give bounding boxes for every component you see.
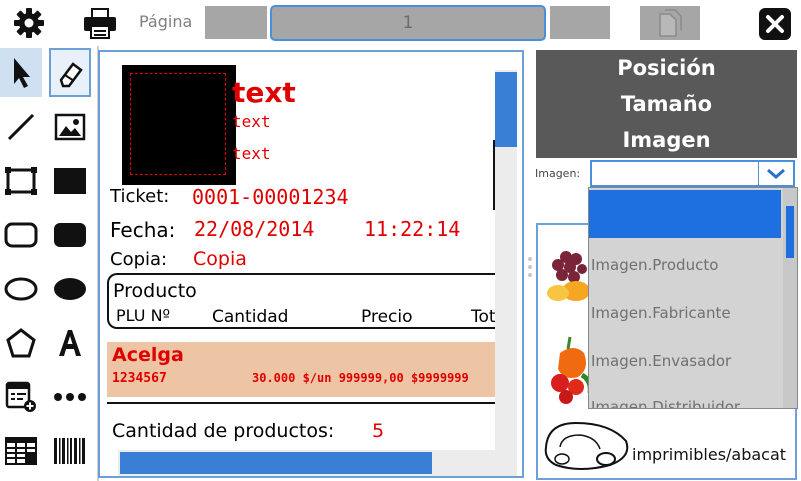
chevron-down-icon [767, 168, 785, 179]
top-toolbar: Página 1 [0, 0, 801, 46]
menu-tamano[interactable]: Tamaño [536, 86, 797, 122]
polygon-tool[interactable] [0, 318, 42, 367]
item-name: Acelga [112, 344, 184, 366]
product-item-row[interactable]: Acelga 1234567 30.000 $/un 999999,00 $99… [107, 342, 517, 397]
dropdown-toggle[interactable] [758, 162, 793, 185]
vertical-scrollbar[interactable] [495, 70, 517, 476]
product-title: Producto [113, 280, 197, 302]
page-label: Página [139, 12, 193, 31]
rounded-rect-outline-tool[interactable] [0, 210, 42, 259]
dropdown-option-distribuidor[interactable]: Imagen.Distribuidor [591, 398, 740, 408]
gallery-drag-handle[interactable] [527, 255, 533, 285]
dropdown-option-fabricante[interactable]: Imagen.Fabricante [591, 304, 731, 322]
settings-gear-icon[interactable] [13, 7, 45, 39]
page-number-field[interactable]: 1 [270, 5, 546, 41]
col-plu: PLU Nº [116, 306, 171, 325]
product-count-label: Cantidad de productos: [112, 420, 335, 442]
imagen-field-label: Imagen: [535, 167, 581, 180]
ellipse-filled-tool[interactable] [49, 264, 91, 313]
properties-menu: Posición Tamaño Imagen [536, 50, 797, 158]
close-button[interactable] [759, 8, 791, 40]
select-pointer-tool[interactable] [0, 48, 42, 97]
separator-line [107, 402, 517, 404]
col-precio: Precio [361, 307, 413, 327]
eraser-tool[interactable] [49, 48, 91, 97]
rectangle-outline-tool[interactable] [0, 156, 42, 205]
avocado-sketch-image[interactable] [540, 413, 634, 475]
text-tool-icon[interactable] [49, 318, 91, 367]
gallery-caption: imprimibles/abacat [632, 445, 787, 464]
item-code: 1234567 [112, 371, 167, 386]
product-table-header: Producto PLU Nº Cantidad Precio Tot [107, 273, 517, 329]
rectangle-filled-tool[interactable] [49, 156, 91, 205]
ticket-label: Ticket: [110, 186, 170, 207]
page-next-area[interactable] [550, 6, 610, 39]
col-total: Tot [471, 307, 496, 327]
menu-posicion[interactable]: Posición [536, 50, 797, 86]
more-options-icon[interactable] [49, 372, 91, 421]
line-tool[interactable] [0, 102, 42, 151]
rounded-rect-filled-tool[interactable] [49, 210, 91, 259]
imagen-select[interactable] [590, 160, 795, 187]
barcode-icon[interactable] [49, 426, 91, 475]
image-tool[interactable] [49, 102, 91, 151]
page-prev-area[interactable] [205, 6, 267, 39]
horizontal-scrollbar[interactable] [118, 450, 498, 476]
header-text-3: text [232, 144, 271, 163]
dropdown-option-empty[interactable] [589, 190, 781, 238]
fecha-label: Fecha: [110, 218, 176, 242]
add-field-list-icon[interactable] [0, 372, 42, 421]
copy-pages-button[interactable] [640, 6, 700, 40]
ellipse-outline-tool[interactable] [0, 264, 42, 313]
drawing-toolbar [0, 46, 97, 481]
printer-icon[interactable] [82, 6, 118, 40]
dropdown-option-envasador[interactable]: Imagen.Envasador [591, 352, 731, 370]
item-detail: 30.000 $/un 999999,00 $9999999 [252, 371, 469, 385]
imagen-dropdown-list[interactable]: Imagen.Producto Imagen.Fabricante Imagen… [588, 187, 798, 409]
product-count-value: 5 [372, 420, 385, 442]
dropdown-scrollbar[interactable] [783, 188, 797, 408]
grapes-fruit-image[interactable] [544, 247, 594, 305]
table-grid-icon[interactable] [0, 426, 42, 475]
ticket-canvas[interactable]: text text text Ticket: 0001-00001234 Fec… [98, 50, 524, 478]
logo-image-placeholder[interactable] [122, 65, 236, 185]
vertical-guide-line [493, 140, 495, 210]
header-text-2: text [232, 112, 271, 131]
copia-value: Copia [193, 248, 247, 270]
col-cantidad: Cantidad [212, 307, 289, 327]
ticket-value: 0001-00001234 [192, 185, 349, 209]
dropdown-option-producto[interactable]: Imagen.Producto [591, 256, 718, 274]
fecha-time: 11:22:14 [364, 217, 461, 241]
copia-label: Copia: [110, 249, 168, 270]
menu-imagen[interactable]: Imagen [536, 122, 797, 158]
header-text-1: text [232, 76, 296, 109]
fecha-date: 22/08/2014 [194, 217, 315, 241]
